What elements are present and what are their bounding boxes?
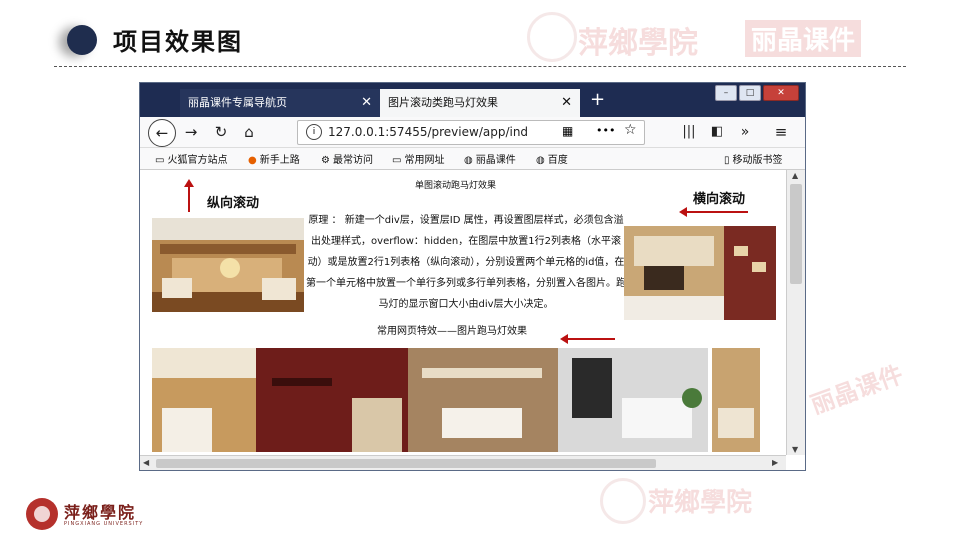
watermark-school-2: 萍鄉學院 (648, 488, 753, 518)
university-logo-text: 萍鄉學院 (64, 503, 137, 522)
watermark-seal-2 (600, 478, 646, 524)
new-tab-button[interactable]: + (590, 89, 605, 111)
url-text: 127.0.0.1:57455/preview/app/inde (328, 125, 528, 139)
page-actions-button[interactable]: ••• (596, 124, 615, 137)
bookmark-star-icon[interactable]: ☆ (624, 122, 637, 138)
tab-label: 丽晶课件专属导航页 (188, 96, 287, 109)
bookmark-getting-started[interactable]: ● 新手上路 (248, 151, 300, 166)
bookmark-label: 百度 (547, 155, 568, 166)
university-seal-logo (26, 498, 58, 530)
menu-hamburger-icon[interactable]: ≡ (770, 121, 792, 143)
browser-window: 丽晶课件专属导航页 ✕ 图片滚动类跑马灯效果 ✕ + – □ ✕ ← → ↻ ⌂… (139, 82, 806, 471)
globe-icon: ◍ (536, 155, 545, 166)
bookmarks-toolbar: ▭ 火狐官方站点 ● 新手上路 ⚙ 最常访问 ▭ 常用网址 ◍ 丽晶课件 ◍ 百度 ▯ 移动版… (140, 148, 805, 170)
vertical-scroll-arrow (184, 179, 194, 212)
close-window-button[interactable]: ✕ (763, 85, 799, 101)
bookmark-label: 最常访问 (332, 155, 373, 166)
watermark-seal (527, 12, 577, 62)
navigation-toolbar: ← → ↻ ⌂ i 127.0.0.1:57455/preview/app/in… (140, 117, 805, 148)
tab-navigation-page[interactable]: 丽晶课件专属导航页 ✕ (180, 89, 380, 117)
horizontal-scrollbar[interactable]: ◀ ▶ (140, 455, 786, 470)
address-bar[interactable]: i 127.0.0.1:57455/preview/app/inde ▦ •••… (297, 120, 645, 145)
bookmark-label: 火狐官方站点 (167, 155, 228, 166)
horizontal-marquee-photo (624, 226, 776, 320)
scroll-right-icon[interactable]: ▶ (772, 458, 778, 467)
title-divider (54, 66, 906, 67)
scroll-left-icon[interactable]: ◀ (143, 458, 149, 467)
gear-icon: ⚙ (321, 155, 330, 166)
folder-icon: ▭ (155, 155, 165, 166)
slide-title: 项目效果图 (113, 28, 243, 56)
bookmark-label: 新手上路 (259, 155, 300, 166)
horizontal-scroll-arrow-top (679, 207, 748, 217)
scroll-up-icon[interactable]: ▲ (792, 171, 798, 180)
bookmark-label: 丽晶课件 (475, 155, 516, 166)
phone-icon: ▯ (724, 155, 730, 166)
window-controls: – □ ✕ (715, 85, 799, 101)
bookmark-baidu[interactable]: ◍ 百度 (536, 151, 568, 166)
vertical-scroll-label: 纵向滚动 (207, 196, 260, 211)
firefox-icon: ● (248, 155, 257, 166)
bottom-marquee-strip (152, 348, 760, 452)
vertical-marquee-photo (152, 218, 304, 312)
bookmark-label: 移动版书签 (732, 155, 783, 166)
tab-close-icon[interactable]: ✕ (561, 89, 572, 117)
sidebar-icon[interactable]: ◧ (706, 121, 728, 143)
overflow-chevron-icon[interactable]: » (734, 121, 756, 143)
horizontal-scroll-arrow-bottom (560, 334, 615, 344)
reload-button[interactable]: ↻ (210, 121, 232, 143)
demo-title: 单图滚动跑马灯效果 (415, 181, 497, 191)
maximize-button[interactable]: □ (739, 85, 761, 101)
title-bullet-dot (67, 25, 97, 55)
bookmark-common-sites[interactable]: ▭ 常用网址 (392, 151, 444, 166)
watermark-brand: 丽晶课件 (745, 20, 862, 57)
folder-icon: ▭ (392, 155, 402, 166)
bookmark-mobile[interactable]: ▯ 移动版书签 (724, 151, 783, 166)
bookmark-lijing[interactable]: ◍ 丽晶课件 (464, 151, 516, 166)
university-logo-subtext: PINGXIANG UNIVERSITY (64, 521, 144, 527)
forward-button[interactable]: → (180, 121, 202, 143)
globe-icon: ◍ (464, 155, 473, 166)
tab-bar: 丽晶课件专属导航页 ✕ 图片滚动类跑马灯效果 ✕ + – □ ✕ (140, 83, 805, 117)
vertical-scroll-thumb[interactable] (790, 184, 802, 284)
horizontal-scroll-thumb[interactable] (156, 459, 656, 468)
bookmark-firefox-site[interactable]: ▭ 火狐官方站点 (155, 151, 227, 166)
minimize-button[interactable]: – (715, 85, 737, 101)
home-button[interactable]: ⌂ (238, 121, 260, 143)
vertical-scrollbar[interactable]: ▲ ▼ (786, 170, 805, 455)
back-button[interactable]: ← (148, 119, 176, 147)
bookmark-label: 常用网址 (404, 155, 445, 166)
tab-close-icon[interactable]: ✕ (361, 89, 372, 117)
marquee-title: 常用网页特效——图片跑马灯效果 (377, 326, 527, 337)
tab-label: 图片滚动类跑马灯效果 (388, 96, 498, 109)
qr-code-icon[interactable]: ▦ (562, 124, 573, 138)
bookmark-most-visited[interactable]: ⚙ 最常访问 (321, 151, 373, 166)
info-icon[interactable]: i (306, 124, 322, 140)
watermark-brand-2: 丽晶课件 (806, 360, 907, 420)
library-icon[interactable]: ||| (678, 121, 700, 143)
principle-description: 原理 ： 新建一个div层，设置层ID 属性，再设置图层样式，必须包含溢出处理样… (306, 215, 626, 310)
tab-marquee-effect[interactable]: 图片滚动类跑马灯效果 ✕ (380, 89, 580, 117)
watermark-school: 萍鄉學院 (578, 26, 698, 61)
horizontal-scroll-label: 横向滚动 (693, 192, 746, 207)
scroll-down-icon[interactable]: ▼ (792, 445, 798, 454)
